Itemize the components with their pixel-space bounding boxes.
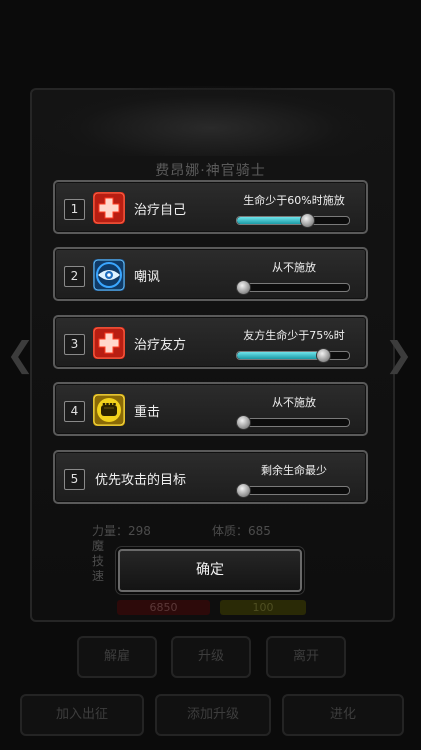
skill-row-heal-self[interactable]: 1 治疗自己 生命少于60%时施放 [53, 180, 368, 234]
hp-value: 6850 [149, 601, 178, 614]
yellow-fist-smash-icon [93, 394, 125, 426]
cast-threshold-slider[interactable] [236, 213, 350, 228]
row-number: 1 [64, 199, 85, 220]
upgrade-button[interactable]: 升级 [171, 636, 251, 678]
hero-name-title: 费昂娜·神官骑士 [155, 163, 266, 179]
slider-knob[interactable] [236, 415, 251, 430]
cast-condition: 生命少于60%时施放 [243, 194, 345, 207]
previous-hero-arrow-icon[interactable]: ❮ [6, 335, 35, 375]
next-hero-arrow-icon[interactable]: ❯ [385, 335, 414, 375]
row-number: 4 [64, 401, 85, 422]
cast-threshold-slider[interactable] [236, 415, 350, 430]
join-expedition-button[interactable]: 加入出征 [20, 694, 144, 736]
cast-condition: 从不施放 [272, 261, 316, 274]
skill-row-heal-ally[interactable]: 3 治疗友方 友方生命少于75%时 [53, 315, 368, 369]
stat-magic: 魔 [92, 539, 105, 553]
stat-skill: 技 [92, 554, 105, 568]
slider-knob[interactable] [236, 483, 251, 498]
background-ornament [40, 86, 381, 156]
slider-knob[interactable] [315, 348, 331, 363]
skill-name: 治疗友方 [134, 338, 187, 353]
confirm-button[interactable]: 确定 [118, 549, 302, 592]
row-number: 5 [64, 469, 85, 490]
skill-row-attack-target[interactable]: 5 优先攻击的目标 剩余生命最少 [53, 450, 368, 504]
cast-condition: 友方生命少于75%时 [243, 329, 345, 342]
add-upgrade-button[interactable]: 添加升级 [155, 694, 271, 736]
skill-name: 优先攻击的目标 [95, 473, 187, 488]
cast-threshold-slider[interactable] [236, 348, 350, 363]
gold-bar: 100 [220, 600, 306, 615]
red-cross-heal-icon [93, 192, 125, 224]
evolve-button[interactable]: 进化 [282, 694, 404, 736]
slider-fill [237, 352, 323, 359]
leave-button[interactable]: 离开 [266, 636, 346, 678]
stat-speed: 速 [92, 569, 105, 583]
row-number: 2 [64, 266, 85, 287]
cast-threshold-slider[interactable] [236, 280, 350, 295]
stat-strength: 力量：298 [92, 524, 151, 538]
slider-knob[interactable] [299, 213, 315, 228]
slider-fill [237, 217, 307, 224]
skill-name: 治疗自己 [134, 203, 187, 218]
stat-constitution: 体质：685 [212, 524, 271, 538]
target-priority-slider[interactable] [236, 483, 350, 498]
gold-value: 100 [252, 601, 274, 614]
row-number: 3 [64, 334, 85, 355]
red-cross-heal-icon [93, 327, 125, 359]
cast-condition: 剩余生命最少 [261, 464, 327, 477]
cast-condition: 从不施放 [272, 396, 316, 409]
skill-name: 重击 [134, 405, 161, 420]
hp-bar: 6850 [117, 600, 210, 615]
slider-knob[interactable] [236, 280, 251, 295]
skill-name: 嘲讽 [134, 270, 161, 285]
skill-row-taunt[interactable]: 2 嘲讽 从不施放 [53, 247, 368, 301]
blue-eye-taunt-icon [93, 259, 125, 291]
skill-row-smash[interactable]: 4 重击 从不施放 [53, 382, 368, 436]
dismiss-button[interactable]: 解雇 [77, 636, 157, 678]
